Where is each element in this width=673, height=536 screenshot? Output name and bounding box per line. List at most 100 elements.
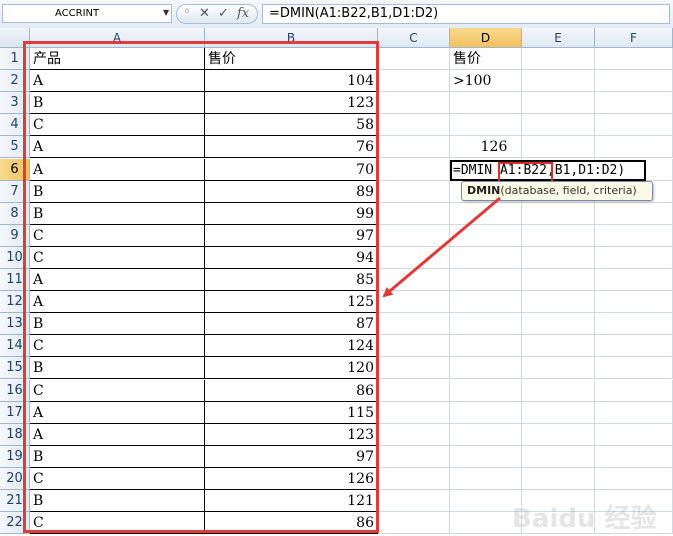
cell-b9[interactable]: 97 xyxy=(205,224,378,247)
cell-d19[interactable] xyxy=(450,445,522,468)
cell-c15[interactable] xyxy=(378,357,450,380)
cell-b11[interactable]: 85 xyxy=(205,269,378,292)
cell-f8[interactable] xyxy=(595,202,673,225)
cell-e19[interactable] xyxy=(522,445,595,468)
cell-d1[interactable]: 售价 xyxy=(450,48,522,71)
cell-a15[interactable]: B xyxy=(30,357,205,380)
column-header-e[interactable]: E xyxy=(522,28,595,48)
cell-e9[interactable] xyxy=(522,224,595,247)
cell-f15[interactable] xyxy=(595,357,673,380)
cell-b17[interactable]: 115 xyxy=(205,401,378,424)
cell-e1[interactable] xyxy=(522,48,595,71)
cell-a10[interactable]: C xyxy=(30,246,205,269)
cell-a3[interactable]: B xyxy=(30,92,205,115)
cell-c21[interactable] xyxy=(378,490,450,513)
cell-c6[interactable] xyxy=(378,158,450,181)
row-header-6[interactable]: 6 xyxy=(0,158,30,181)
cell-f1[interactable] xyxy=(595,48,673,71)
cell-f13[interactable] xyxy=(595,313,673,336)
cell-f18[interactable] xyxy=(595,423,673,446)
cell-b3[interactable]: 123 xyxy=(205,92,378,115)
row-header-12[interactable]: 12 xyxy=(0,291,30,314)
row-header-18[interactable]: 18 xyxy=(0,423,30,446)
cell-e13[interactable] xyxy=(522,313,595,336)
cell-b21[interactable]: 121 xyxy=(205,490,378,513)
formula-input[interactable]: =DMIN(A1:B22,B1,D1:D2) xyxy=(262,4,670,24)
cell-b20[interactable]: 126 xyxy=(205,467,378,490)
cell-c11[interactable] xyxy=(378,269,450,292)
cell-a2[interactable]: A xyxy=(30,70,205,93)
cell-a16[interactable]: C xyxy=(30,379,205,402)
cell-a14[interactable]: C xyxy=(30,335,205,358)
cell-b18[interactable]: 123 xyxy=(205,423,378,446)
cell-e15[interactable] xyxy=(522,357,595,380)
cell-e2[interactable] xyxy=(522,70,595,93)
row-header-17[interactable]: 17 xyxy=(0,401,30,424)
cell-e12[interactable] xyxy=(522,291,595,314)
cell-a5[interactable]: A xyxy=(30,136,205,159)
cell-b19[interactable]: 97 xyxy=(205,445,378,468)
cell-b6[interactable]: 70 xyxy=(205,158,378,181)
cell-d16[interactable] xyxy=(450,379,522,402)
row-header-2[interactable]: 2 xyxy=(0,70,30,93)
cell-f12[interactable] xyxy=(595,291,673,314)
cell-c10[interactable] xyxy=(378,246,450,269)
cell-b12[interactable]: 125 xyxy=(205,291,378,314)
cell-b13[interactable]: 87 xyxy=(205,313,378,336)
cell-e18[interactable] xyxy=(522,423,595,446)
cell-b2[interactable]: 104 xyxy=(205,70,378,93)
cell-d18[interactable] xyxy=(450,423,522,446)
cell-d13[interactable] xyxy=(450,313,522,336)
row-header-13[interactable]: 13 xyxy=(0,313,30,336)
row-header-3[interactable]: 3 xyxy=(0,92,30,115)
cell-e16[interactable] xyxy=(522,379,595,402)
column-header-d[interactable]: D xyxy=(450,28,522,48)
cell-e4[interactable] xyxy=(522,114,595,137)
column-header-b[interactable]: B xyxy=(205,28,378,48)
cell-a1[interactable]: 产品 xyxy=(30,48,205,71)
cell-a17[interactable]: A xyxy=(30,401,205,424)
cell-d4[interactable] xyxy=(450,114,522,137)
cell-b1[interactable]: 售价 xyxy=(205,48,378,71)
cell-b7[interactable]: 89 xyxy=(205,180,378,203)
row-header-5[interactable]: 5 xyxy=(0,136,30,159)
cell-f11[interactable] xyxy=(595,269,673,292)
row-header-8[interactable]: 8 xyxy=(0,202,30,225)
cell-d14[interactable] xyxy=(450,335,522,358)
cell-c12[interactable] xyxy=(378,291,450,314)
cell-d17[interactable] xyxy=(450,401,522,424)
row-header-20[interactable]: 20 xyxy=(0,467,30,490)
cell-b16[interactable]: 86 xyxy=(205,379,378,402)
cell-e10[interactable] xyxy=(522,246,595,269)
cell-f19[interactable] xyxy=(595,445,673,468)
cell-c1[interactable] xyxy=(378,48,450,71)
cell-c13[interactable] xyxy=(378,313,450,336)
select-all-corner[interactable] xyxy=(0,28,30,48)
cell-f2[interactable] xyxy=(595,70,673,93)
cell-d11[interactable] xyxy=(450,269,522,292)
row-header-7[interactable]: 7 xyxy=(0,180,30,203)
cell-a9[interactable]: C xyxy=(30,224,205,247)
cell-b10[interactable]: 94 xyxy=(205,246,378,269)
enter-icon[interactable]: ✓ xyxy=(218,6,229,21)
cell-f14[interactable] xyxy=(595,335,673,358)
row-header-14[interactable]: 14 xyxy=(0,335,30,358)
row-header-15[interactable]: 15 xyxy=(0,357,30,380)
cell-d10[interactable] xyxy=(450,246,522,269)
cell-b4[interactable]: 58 xyxy=(205,114,378,137)
cell-c8[interactable] xyxy=(378,202,450,225)
cell-a12[interactable]: A xyxy=(30,291,205,314)
cell-a18[interactable]: A xyxy=(30,423,205,446)
cell-d3[interactable] xyxy=(450,92,522,115)
cell-c16[interactable] xyxy=(378,379,450,402)
cell-c14[interactable] xyxy=(378,335,450,358)
cell-c20[interactable] xyxy=(378,467,450,490)
cell-a13[interactable]: B xyxy=(30,313,205,336)
cell-e3[interactable] xyxy=(522,92,595,115)
cell-e5[interactable] xyxy=(522,136,595,159)
row-header-11[interactable]: 11 xyxy=(0,269,30,292)
name-box-dropdown-icon[interactable]: ▼ xyxy=(163,8,169,17)
cell-e17[interactable] xyxy=(522,401,595,424)
cell-b5[interactable]: 76 xyxy=(205,136,378,159)
cell-e8[interactable] xyxy=(522,202,595,225)
